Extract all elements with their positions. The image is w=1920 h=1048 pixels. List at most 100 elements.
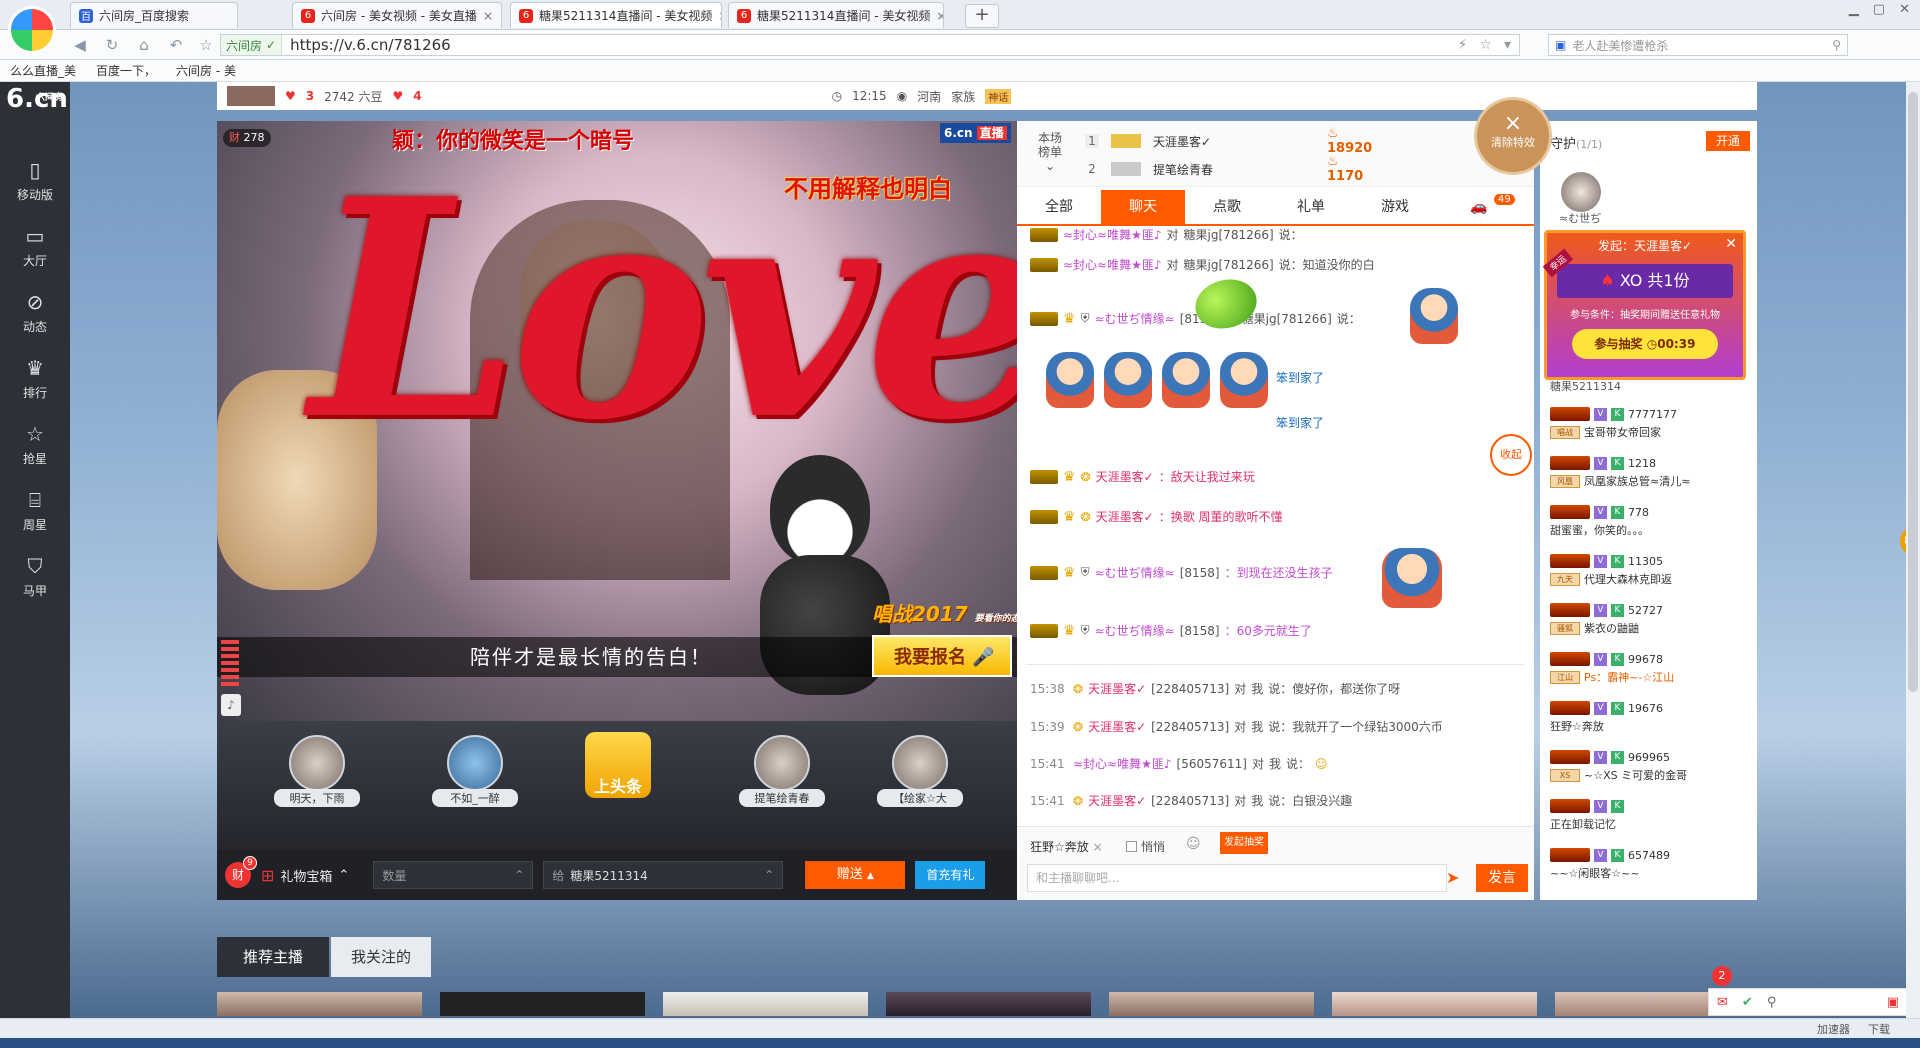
stream-thumbnail[interactable]	[1332, 992, 1537, 1016]
search-engine-icon[interactable]: ▣	[1555, 38, 1566, 52]
fan-row[interactable]: V K 1218 风凰 凤凰家族总管≈清儿≈	[1550, 456, 1750, 506]
open-guard-button[interactable]: 开通	[1706, 131, 1750, 151]
search-field[interactable]: ▣ 老人赴美惨遭枪杀 ⚲	[1548, 34, 1848, 56]
gift-user-4[interactable]: 提笔绘青春	[732, 735, 832, 835]
refresh-icon[interactable]: ↻	[102, 35, 122, 55]
headline-icon[interactable]: 上头条	[585, 732, 651, 798]
lightning-icon[interactable]: ⚡	[1458, 37, 1468, 53]
first-recharge-button[interactable]: 首充有礼	[915, 861, 986, 889]
stream-thumbnail[interactable]	[886, 992, 1091, 1016]
url-field[interactable]: 六间房 ✓ https://v.6.cn/781266 ⚡ ☆ ▾	[220, 34, 1520, 56]
page-scrollbar[interactable]	[1906, 82, 1920, 1018]
mail-icon[interactable]: ✉	[1717, 995, 1728, 1010]
fan-row[interactable]: V K 7777177 唱战 宝哥带女帝回家	[1550, 407, 1750, 457]
download-button[interactable]: 下载	[1868, 1021, 1890, 1037]
fan-row[interactable]: V K 99678 江山 Ps：霸神~-☆江山	[1550, 652, 1750, 702]
anchor-name[interactable]: 糖果5211314	[1550, 378, 1621, 394]
bookmark-item[interactable]: 么么直播_美	[10, 62, 76, 79]
favorite-icon[interactable]: ☆	[196, 35, 216, 55]
paper-plane-icon[interactable]: ➤	[1446, 868, 1459, 887]
fan-row[interactable]: V K 正在卸载记忆	[1550, 799, 1750, 849]
guard-avatar[interactable]	[1561, 172, 1601, 212]
sidebar-item-weekstar[interactable]: ⌸ 周星	[0, 478, 70, 542]
clear-effects-button[interactable]: × 清除特效	[1474, 97, 1552, 175]
back-icon[interactable]: ◀	[70, 35, 90, 55]
close-tab-icon[interactable]: ×	[936, 9, 943, 23]
stream-thumbnail[interactable]	[663, 992, 868, 1016]
emoji-icon[interactable]: ☺	[1186, 836, 1201, 852]
stream-thumbnail[interactable]	[217, 992, 422, 1016]
fan-row[interactable]: V K 778 甜蜜蜜，你笑的。。。	[1550, 505, 1750, 555]
undo-icon[interactable]: ↶	[166, 35, 186, 55]
sidebar-item-vest[interactable]: ⛉ 马甲	[0, 544, 70, 608]
url-text[interactable]: https://v.6.cn/781266	[282, 36, 451, 54]
chat-input[interactable]: 和主播聊聊吧...	[1027, 864, 1447, 892]
search-icon[interactable]: ⚲	[1832, 38, 1841, 52]
tab-song[interactable]: 点歌	[1185, 190, 1269, 224]
browser-tab-3[interactable]: 6 糖果5211314直播间 - 美女视频 ×	[510, 2, 722, 28]
stream-thumbnail[interactable]	[1109, 992, 1314, 1016]
close-window-icon[interactable]: ✕	[1899, 2, 1910, 17]
anchor-avatar[interactable]	[227, 86, 275, 106]
browser-tab-4[interactable]: 6 糖果5211314直播间 - 美女视频 ×	[728, 2, 944, 28]
sidebar-item-feed[interactable]: ⊘ 动态	[0, 280, 70, 344]
fan-row[interactable]: V K 19676 狂野☆奔放	[1550, 701, 1750, 751]
treasure-icon[interactable]: 财9	[225, 856, 257, 888]
tab-all[interactable]: 全部	[1017, 190, 1101, 224]
stream-thumbnail[interactable]	[440, 992, 645, 1016]
recipient-select[interactable]: 给 糖果5211314 ⌃	[543, 861, 784, 889]
new-tab-button[interactable]: +	[965, 4, 999, 28]
search-icon[interactable]: ⚲	[1767, 995, 1777, 1010]
accelerator-button[interactable]: 加速器	[1817, 1021, 1850, 1037]
maximize-icon[interactable]: ▢	[1873, 2, 1885, 17]
bookmark-item[interactable]: 百度一下，	[96, 62, 156, 79]
browser-tab-1[interactable]: 百 六间房_百度搜索	[70, 2, 238, 28]
dropdown-icon[interactable]: ▾	[1504, 37, 1511, 53]
tab-games[interactable]: 游戏	[1353, 190, 1437, 224]
tab-chat[interactable]: 聊天	[1101, 190, 1185, 224]
gift-user-1[interactable]: 明天，下雨	[267, 735, 367, 835]
chat-bubble-icon[interactable]: ▣	[1887, 995, 1899, 1010]
join-lottery-button[interactable]: 参与抽奖 ◷00:39	[1572, 329, 1718, 359]
home-icon[interactable]: ⌂	[134, 35, 154, 55]
gift-chest-button[interactable]: ⊞ 礼物宝箱 ⌃	[261, 866, 349, 885]
rank-row[interactable]: 2 提笔绘青春 ♨ 1170	[1085, 154, 1363, 184]
sidebar-item-hall[interactable]: ▭ 大厅	[0, 214, 70, 278]
close-icon[interactable]: ✕	[1725, 236, 1737, 252]
sing-contest-logo[interactable]: 唱战2017 要看你的态度	[872, 598, 1029, 627]
tab-recommended[interactable]: 推荐主播	[217, 937, 329, 977]
browser-logo-icon[interactable]	[8, 6, 56, 54]
rank-label[interactable]: 本场榜单 ⌄	[1036, 131, 1064, 173]
rank-row[interactable]: 1 天涯墨客✓ ♨ 18920	[1085, 126, 1372, 156]
minimize-icon[interactable]: ▁	[1849, 2, 1859, 17]
close-icon[interactable]: ×	[1093, 840, 1103, 854]
sidebar-item-mobile[interactable]: ▯ 移动版	[0, 148, 70, 212]
tab-gift-list[interactable]: 礼单	[1269, 190, 1353, 224]
fan-row[interactable]: V K 11305 九天 代理大森林克即返	[1550, 554, 1750, 604]
fan-row[interactable]: V K 52727 骚狐 紫衣の鼬鼬	[1550, 603, 1750, 653]
bookmark-item[interactable]: 六间房 - 美	[176, 62, 236, 79]
sidebar-item-star[interactable]: ☆ 抢星	[0, 412, 70, 476]
microphone-icon[interactable]: ♪	[221, 694, 241, 716]
bookmark-star-icon[interactable]: ☆	[1479, 37, 1492, 53]
signup-button[interactable]: 我要报名 🎤	[872, 635, 1012, 677]
sidebar-item-ranking[interactable]: ♛ 排行	[0, 346, 70, 410]
send-message-button[interactable]: 发言	[1476, 864, 1528, 892]
site-identity-badge[interactable]: 六间房 ✓	[221, 35, 283, 55]
quantity-input[interactable]: 数量 ⌃	[373, 861, 534, 889]
fan-row[interactable]: V K 969965 XS ~☆XS ミ可爱的金哥	[1550, 750, 1750, 800]
fan-row[interactable]: V K 657489 ~~☆闲眼客☆~~	[1550, 848, 1750, 898]
guard-name[interactable]: ≈む世ぢ	[1559, 210, 1601, 226]
gift-user-5[interactable]: 【绘家☆大	[870, 735, 970, 835]
close-tab-icon[interactable]: ×	[718, 9, 721, 23]
site-logo[interactable]: 6.cn 六间房	[0, 84, 70, 130]
send-gift-button[interactable]: 赠送 ▲	[805, 861, 906, 889]
chat-target[interactable]: 狂野☆奔放 ×	[1030, 838, 1103, 855]
collapse-button[interactable]: 收起	[1490, 434, 1532, 476]
gift-user-2[interactable]: 不如_一醉	[425, 735, 525, 835]
browser-tab-2[interactable]: 6 六间房 - 美女视频 - 美女直播 ×	[292, 2, 502, 28]
check-icon[interactable]: ✔	[1742, 995, 1753, 1010]
close-tab-icon[interactable]: ×	[483, 9, 493, 23]
tab-following[interactable]: 我关注的	[331, 937, 431, 977]
whisper-checkbox[interactable]: 悄悄	[1126, 838, 1165, 855]
